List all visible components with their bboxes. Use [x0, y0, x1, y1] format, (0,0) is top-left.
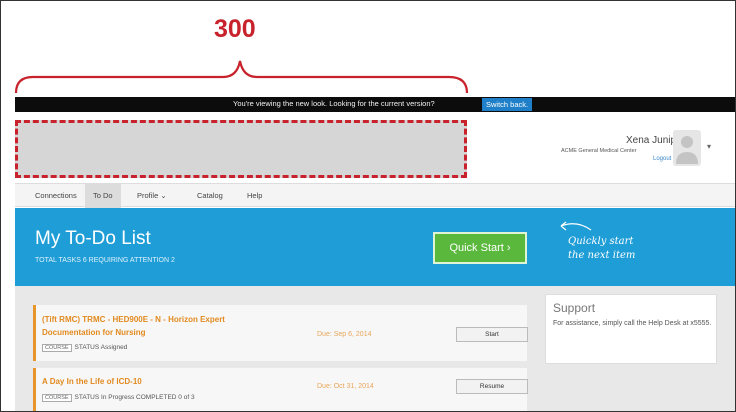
- user-menu-chevron-down-icon[interactable]: ▾: [707, 142, 711, 151]
- support-panel: Support For assistance, simply call the …: [545, 294, 717, 364]
- page-title: My To-Do List: [35, 228, 151, 249]
- content-area: (Tift RMC) TRMC - HED900E - N - Horizon …: [15, 286, 735, 411]
- todo-item[interactable]: A Day In the Life of ICD-10 COURSE STATUS…: [33, 368, 528, 411]
- task-title-line-1[interactable]: (Tift RMC) TRMC - HED900E - N - Horizon …: [42, 313, 225, 326]
- nav-item-help[interactable]: Help: [239, 184, 270, 208]
- new-look-banner: You're viewing the new look. Looking for…: [15, 97, 735, 112]
- task-stats: TOTAL TASKS 6 REQUIRING ATTENTION 2: [35, 257, 175, 264]
- support-text: For assistance, simply call the Help Des…: [553, 320, 712, 327]
- resume-button[interactable]: Resume: [456, 379, 528, 394]
- screenshot-frame: 300 80 You're viewing the new look. Look…: [0, 0, 736, 412]
- task-title-line-2[interactable]: Documentation for Nursing: [42, 326, 146, 339]
- task-meta: COURSE STATUS In Progress COMPLETED 0 of …: [42, 394, 195, 402]
- todo-item[interactable]: (Tift RMC) TRMC - HED900E - N - Horizon …: [33, 305, 528, 361]
- banner-message: You're viewing the new look. Looking for…: [233, 99, 435, 108]
- width-annotation: 300: [214, 15, 256, 43]
- task-type-tag: COURSE: [42, 394, 72, 402]
- avatar-icon[interactable]: [673, 130, 701, 166]
- logout-link[interactable]: Logout: [653, 156, 671, 162]
- user-organization: ACME General Medical Center: [561, 148, 637, 154]
- nav-item-catalog[interactable]: Catalog: [189, 184, 231, 208]
- hint-line-1: Quickly start: [568, 236, 634, 247]
- task-due-date: Due: Sep 6, 2014: [317, 331, 372, 338]
- task-status: STATUS Assigned: [74, 344, 128, 351]
- task-title-line-1[interactable]: A Day In the Life of ICD-10: [42, 375, 142, 388]
- todo-hero: My To-Do List TOTAL TASKS 6 REQUIRING AT…: [15, 208, 735, 286]
- task-meta: COURSE STATUS Assigned: [42, 344, 127, 352]
- main-nav: Connections To Do Profile ⌄ Catalog Help: [15, 183, 735, 208]
- start-button[interactable]: Start: [456, 327, 528, 342]
- task-type-tag: COURSE: [42, 344, 72, 352]
- task-status: STATUS In Progress COMPLETED 0 of 3: [74, 394, 195, 401]
- nav-item-to-do[interactable]: To Do: [85, 184, 121, 208]
- logo-placeholder-area: [15, 120, 467, 178]
- quick-start-button[interactable]: Quick Start ›: [433, 232, 527, 264]
- task-due-date: Due: Oct 31, 2014: [317, 383, 374, 390]
- quick-start-hint: Quickly start the next item: [568, 235, 635, 263]
- hint-line-2: the next item: [568, 250, 636, 261]
- nav-item-profile[interactable]: Profile ⌄: [129, 184, 175, 208]
- switch-back-button[interactable]: Switch back.: [482, 98, 533, 111]
- support-title: Support: [553, 301, 596, 315]
- site-header: Xena Juniper ACME General Medical Center…: [15, 112, 735, 182]
- nav-item-connections[interactable]: Connections: [27, 184, 85, 208]
